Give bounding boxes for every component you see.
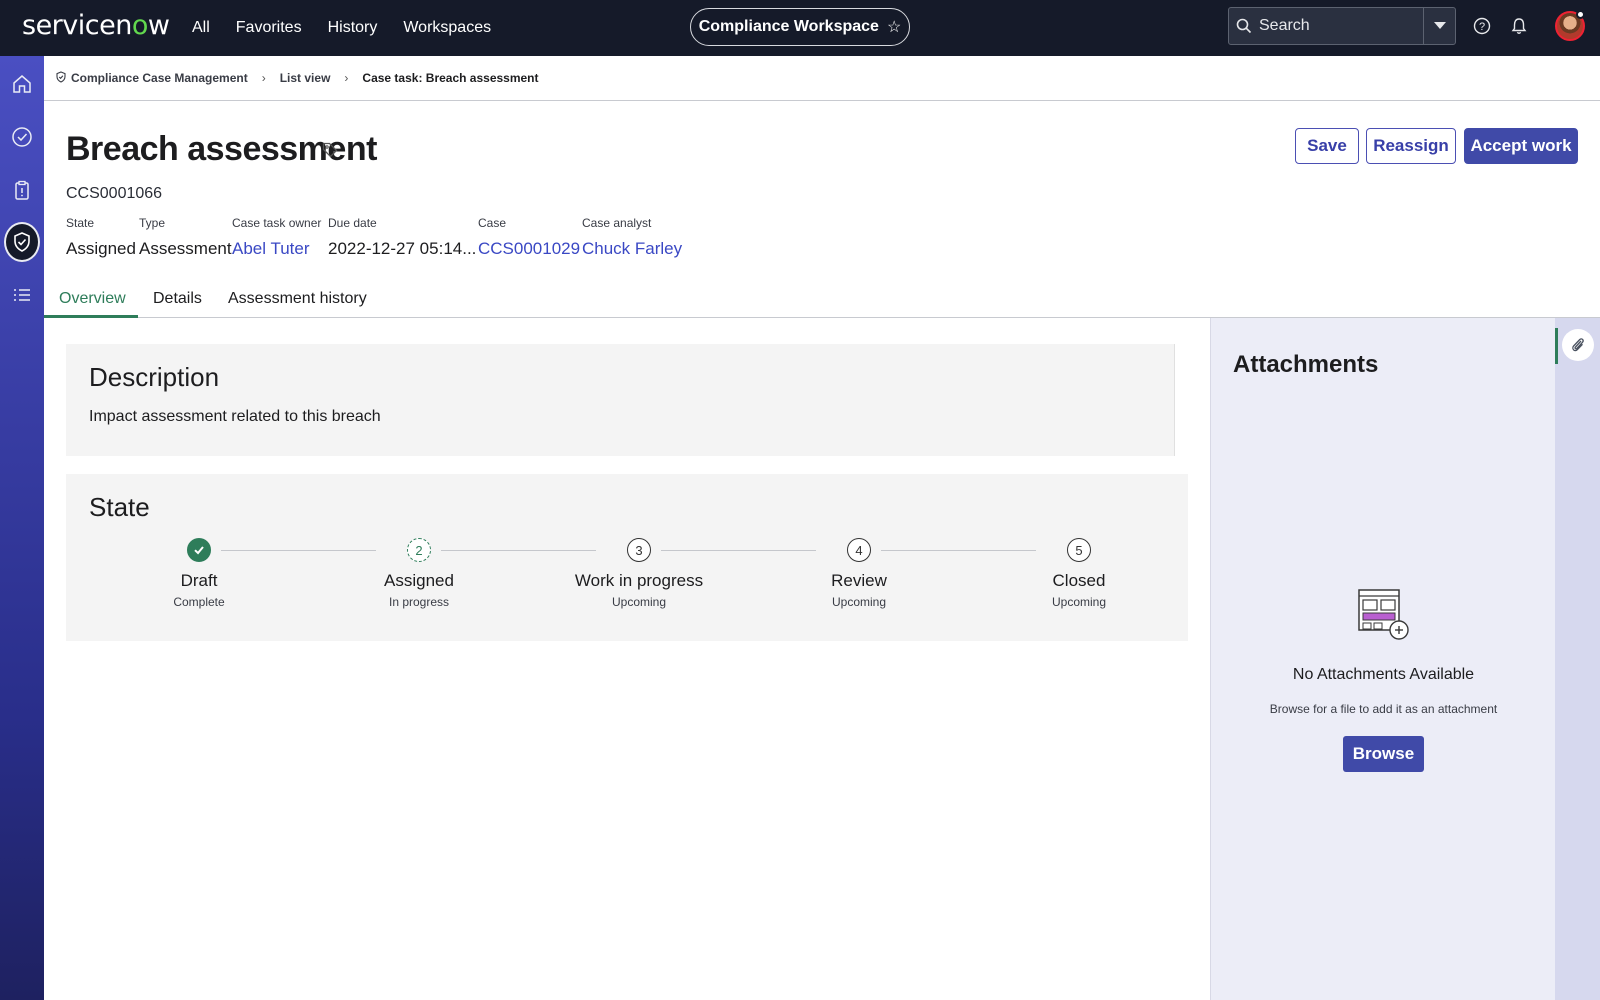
step-number: 4	[847, 538, 871, 562]
attachments-title: Attachments	[1233, 351, 1379, 378]
no-attachments-title: No Attachments Available	[1292, 666, 1475, 683]
step-status: Upcoming	[611, 595, 667, 609]
nav-favorites[interactable]: Favorites	[236, 19, 302, 37]
workspace-name: Compliance Workspace	[698, 18, 879, 35]
step-number: 2	[407, 538, 431, 562]
description-text: Impact assessment related to this breach	[89, 408, 381, 425]
field-due-date: Due date 2022-12-27 05:14...	[328, 216, 478, 259]
browse-button[interactable]: Browse	[1343, 736, 1424, 772]
chevron-down-icon	[1433, 22, 1446, 29]
bell-icon[interactable]	[1511, 17, 1527, 40]
case-task-owner-link[interactable]: Abel Tuter	[232, 239, 328, 259]
reassign-button[interactable]: Reassign	[1366, 128, 1456, 164]
global-search[interactable]: Search	[1228, 7, 1456, 45]
field-case-analyst: Case analyst Chuck Farley	[582, 216, 692, 259]
nav-history[interactable]: History	[328, 19, 378, 37]
description-card: Description Impact assessment related to…	[66, 344, 1175, 456]
field-value: Assessment	[139, 239, 232, 258]
active-tab-indicator	[44, 315, 138, 318]
empty-attachments-illustration	[1357, 588, 1411, 649]
step-name: Assigned	[384, 571, 454, 590]
step-status: Complete	[173, 595, 225, 609]
servicenow-logo[interactable]: servicenow	[22, 10, 170, 41]
check-icon	[187, 538, 211, 562]
active-panel-marker	[1555, 328, 1558, 364]
field-label: Due date	[328, 216, 377, 230]
chevron-right-icon: ›	[344, 71, 349, 85]
presence-indicator	[1576, 10, 1585, 19]
contextual-sidebar	[1555, 318, 1600, 1000]
field-label: Type	[139, 216, 166, 230]
field-label: Case task owner	[232, 216, 322, 230]
breadcrumb-current: Case task: Breach assessment	[362, 71, 539, 85]
record-number: CCS0001066	[66, 185, 163, 202]
state-step-work-in-progress: 3 Work in progress Upcoming	[569, 538, 709, 609]
state-step-draft: Draft Complete	[129, 538, 269, 609]
left-rail	[0, 56, 44, 1000]
field-label: State	[66, 216, 95, 230]
case-analyst-link[interactable]: Chuck Farley	[582, 239, 692, 259]
tag-icon[interactable]	[322, 142, 338, 163]
state-step-review: 4 Review Upcoming	[789, 538, 929, 609]
step-number: 3	[627, 538, 651, 562]
step-status: In progress	[388, 595, 450, 609]
field-type: Type Assessment	[139, 216, 232, 259]
tab-assessment-history[interactable]: Assessment history	[228, 290, 367, 308]
state-title: State	[89, 492, 150, 522]
field-case-task-owner: Case task owner Abel Tuter	[232, 216, 328, 259]
step-name: Closed	[1052, 571, 1106, 590]
search-scope-dropdown[interactable]	[1423, 8, 1455, 44]
description-title: Description	[89, 362, 220, 392]
help-icon[interactable]: ?	[1473, 17, 1491, 40]
breadcrumb-list-view[interactable]: List view	[280, 71, 331, 85]
state-step-assigned: 2 Assigned In progress	[349, 538, 489, 609]
home-icon[interactable]	[6, 68, 38, 100]
shield-icon	[56, 70, 66, 86]
search-input[interactable]: Search	[1259, 17, 1423, 35]
breadcrumb-compliance-case-management[interactable]: Compliance Case Management	[71, 71, 248, 85]
record-fields: State Assigned Type Assessment Case task…	[66, 216, 692, 259]
attachments-panel: Attachments No Attachments Available Bro…	[1210, 318, 1555, 1000]
divider	[1174, 344, 1175, 456]
field-case: Case CCS0001029	[478, 216, 582, 259]
step-name: Review	[831, 571, 887, 590]
main-nav: All Favorites History Workspaces	[192, 0, 491, 56]
field-value: Assigned	[66, 239, 136, 258]
field-state: State Assigned	[66, 216, 139, 259]
list-icon[interactable]	[6, 279, 38, 311]
field-label: Case analyst	[582, 216, 652, 230]
svg-text:?: ?	[1479, 21, 1485, 33]
nav-all[interactable]: All	[192, 19, 210, 37]
chevron-right-icon: ›	[261, 71, 266, 85]
no-attachments-hint: Browse for a file to add it as an attach…	[1269, 702, 1498, 716]
clipboard-icon[interactable]	[6, 174, 38, 206]
record-tabs: Overview Details Assessment history	[44, 282, 1600, 318]
step-number: 5	[1067, 538, 1091, 562]
state-step-closed: 5 Closed Upcoming	[1009, 538, 1149, 609]
save-button[interactable]: Save	[1295, 128, 1359, 164]
tab-details[interactable]: Details	[153, 290, 202, 308]
shield-check-icon[interactable]	[4, 222, 40, 262]
field-value: 2022-12-27 05:14...	[328, 239, 477, 258]
top-navigation-bar: servicenow All Favorites History Workspa…	[0, 0, 1600, 56]
star-icon[interactable]: ☆	[887, 17, 901, 37]
check-circle-icon[interactable]	[6, 121, 38, 153]
breadcrumb: Compliance Case Management › List view ›…	[44, 56, 1600, 101]
nav-workspaces[interactable]: Workspaces	[403, 19, 491, 37]
step-name: Work in progress	[574, 571, 704, 590]
tab-overview[interactable]: Overview	[59, 290, 126, 308]
accept-work-button[interactable]: Accept work	[1464, 128, 1578, 164]
step-status: Upcoming	[1051, 595, 1107, 609]
workspace-pill[interactable]: Compliance Workspace ☆	[690, 8, 910, 46]
state-card: State Draft Complete 2 Assigned In progr…	[66, 474, 1188, 641]
step-name: Draft	[180, 571, 218, 590]
field-label: Case	[478, 216, 507, 230]
case-link[interactable]: CCS0001029	[478, 239, 582, 259]
step-status: Upcoming	[831, 595, 887, 609]
paperclip-icon[interactable]	[1562, 329, 1594, 361]
search-icon	[1229, 18, 1259, 34]
